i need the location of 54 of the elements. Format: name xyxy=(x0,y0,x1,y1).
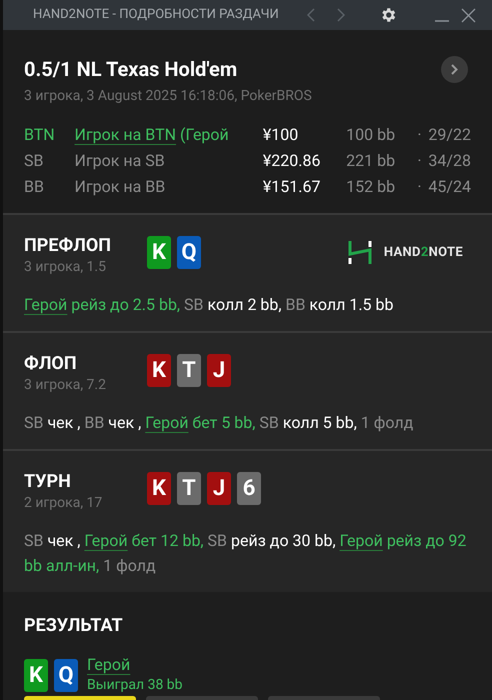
hero-link[interactable]: Герой xyxy=(24,295,68,314)
stack-amount: ¥220.86 xyxy=(262,150,322,172)
player-link[interactable]: Игрок на BTN xyxy=(74,123,176,147)
street-title: ПРЕФЛОП xyxy=(24,235,112,257)
playing-card: T xyxy=(177,472,201,505)
winnings-text: Выиграл 38 bb xyxy=(87,676,183,695)
close-icon[interactable] xyxy=(460,8,476,22)
next-hand-button[interactable] xyxy=(441,56,468,82)
playing-card: K xyxy=(147,472,171,505)
hero-link[interactable]: Герой xyxy=(340,531,383,550)
player-stats: 34/28 xyxy=(428,150,471,172)
player-stats: 45/24 xyxy=(428,176,471,198)
street-info: 3 игрока, 1.5 xyxy=(24,258,107,277)
street-title: ТУРН xyxy=(24,471,72,493)
winner-link[interactable]: Герой xyxy=(87,655,130,675)
player-name: Игрок на BB xyxy=(74,176,166,198)
window-title: HAND2NOTE - ПОДРОБНОСТИ РАЗДАЧИ xyxy=(33,6,279,24)
hero-label: (Герой xyxy=(180,124,229,146)
separator-dot: · xyxy=(416,124,423,146)
hand-title: 0.5/1 NL Texas Hold'em xyxy=(24,56,238,83)
player-name: Игрок на SB xyxy=(74,150,165,172)
action-line: SB чек , Герой бет 12 bb, SB рейз до 30 bb, Герой рейз до 92 bb алл-ин, 1 фолд xyxy=(24,530,468,577)
playing-card: J xyxy=(207,472,231,505)
position-label: BTN xyxy=(24,124,56,146)
stack-bb: 152 bb xyxy=(346,176,396,198)
playing-card: J xyxy=(207,354,231,387)
position-label: SB xyxy=(24,150,44,172)
hero-link[interactable]: Герой xyxy=(145,413,188,432)
playing-card: 6 xyxy=(237,472,261,505)
stack-amount: ¥100 xyxy=(262,124,300,146)
position-label: BB xyxy=(24,176,45,198)
playing-card: T xyxy=(177,354,201,387)
playing-card: K xyxy=(24,659,48,692)
player-stats: 29/22 xyxy=(428,124,471,146)
action-line: Герой рейз до 2.5 bb, SB колл 2 bb, BB колл 1.5 bb xyxy=(24,294,394,316)
stack-bb: 100 bb xyxy=(346,124,396,146)
action-line: SB чек , BB чек , Герой бет 5 bb, SB колл 5 bb, 1 фолд xyxy=(24,412,414,434)
playing-card: K xyxy=(147,354,171,387)
street-title: ФЛОП xyxy=(24,353,78,375)
result-title: РЕЗУЛЬТАТ xyxy=(24,614,124,638)
logo-icon xyxy=(348,240,374,265)
logo-text: HAND2NOTE xyxy=(384,244,463,262)
hand-subtitle: 3 игрока, 3 August 2025 16:18:06, PokerBROS xyxy=(24,87,313,106)
stack-amount: ¥151.67 xyxy=(262,176,322,198)
chevron-right-icon xyxy=(451,64,458,74)
hero-link[interactable]: Герой xyxy=(84,531,128,550)
street-info: 3 игрока, 7.2 xyxy=(24,376,107,395)
separator-dot: · xyxy=(416,176,423,198)
playing-card: Q xyxy=(177,236,201,269)
street-info: 2 игрока, 17 xyxy=(24,494,104,513)
playing-card: K xyxy=(147,236,171,269)
separator-dot: · xyxy=(416,150,423,172)
playing-card: Q xyxy=(54,659,78,692)
stack-bb: 221 bb xyxy=(346,150,396,172)
